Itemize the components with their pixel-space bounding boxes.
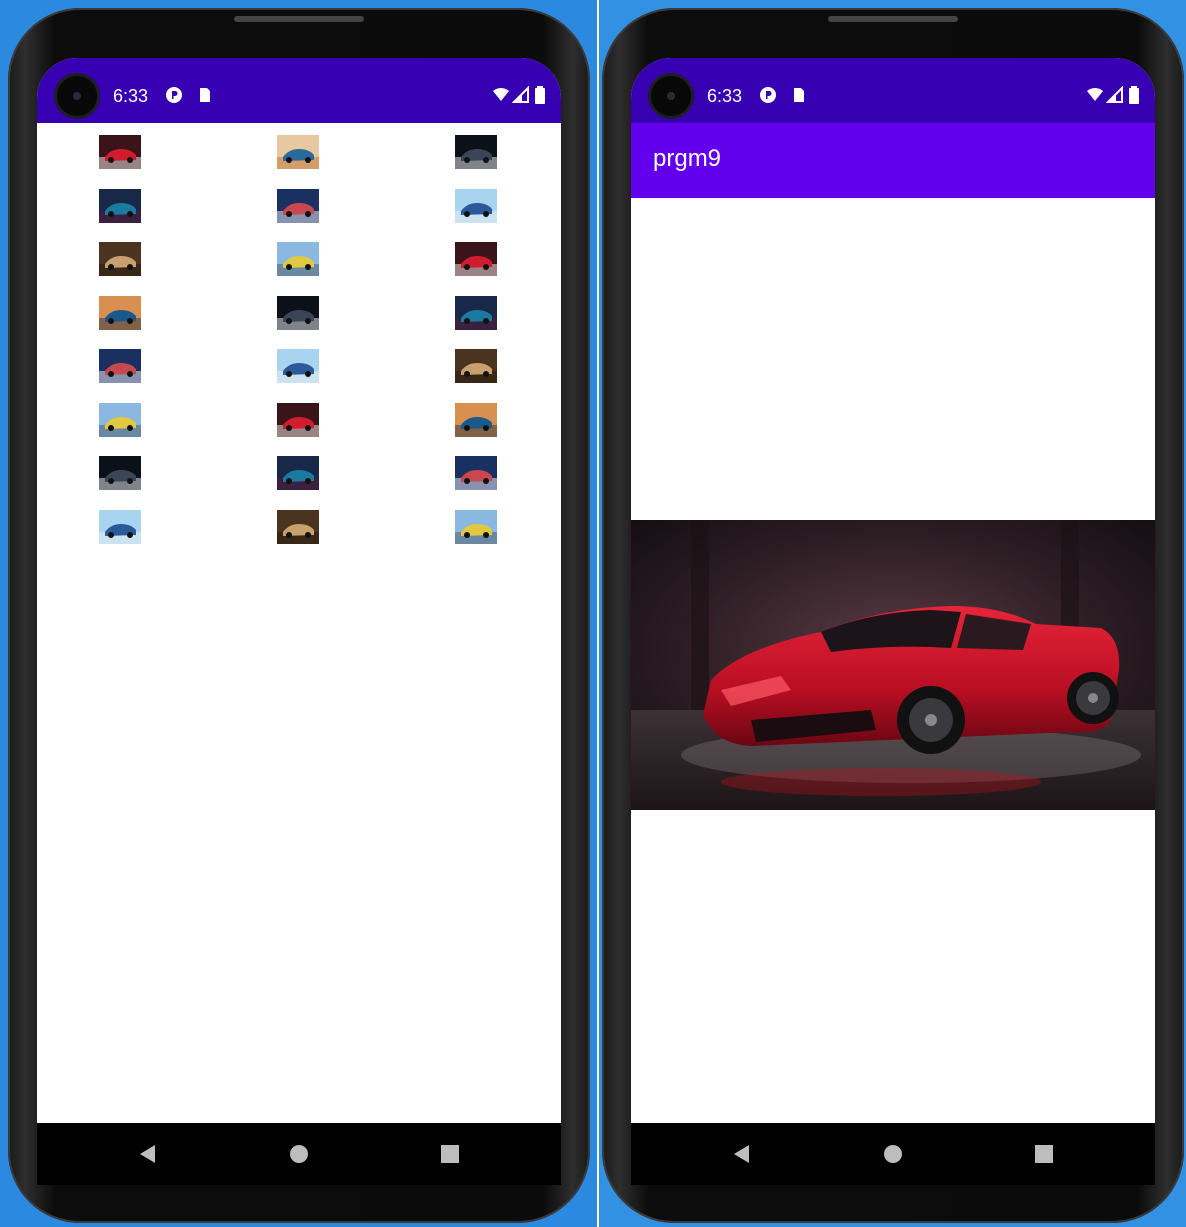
home-circle-icon[interactable] bbox=[882, 1143, 904, 1165]
signal-icon bbox=[512, 86, 529, 103]
app-bar: prgm9 bbox=[631, 123, 1155, 198]
wifi-icon bbox=[493, 87, 509, 101]
grid-thumbnail[interactable] bbox=[277, 295, 319, 330]
status-bar: 6:33 bbox=[37, 58, 561, 123]
nav-bar bbox=[631, 1123, 1155, 1185]
grid-thumbnail[interactable] bbox=[277, 188, 319, 223]
sd-card-icon bbox=[794, 88, 804, 102]
grid-thumbnail[interactable] bbox=[455, 456, 497, 490]
notification-p-icon bbox=[166, 87, 182, 103]
grid-thumbnail[interactable] bbox=[99, 135, 141, 169]
back-triangle-icon[interactable] bbox=[137, 1143, 159, 1165]
status-time: 6:33 bbox=[113, 86, 149, 106]
screen-right: 6:33 prgm9 bbox=[631, 58, 1155, 1123]
grid-thumbnail[interactable] bbox=[277, 456, 319, 490]
grid-thumbnail[interactable] bbox=[455, 188, 497, 223]
grid-thumbnail[interactable] bbox=[455, 349, 497, 383]
app-title: prgm9 bbox=[653, 145, 722, 172]
grid-thumbnail[interactable] bbox=[277, 242, 319, 276]
car-image[interactable] bbox=[631, 520, 1155, 810]
grid-thumbnail[interactable] bbox=[455, 135, 497, 169]
grid-thumbnail[interactable] bbox=[277, 509, 319, 544]
grid-thumbnail[interactable] bbox=[455, 242, 497, 276]
screen-left: 6:33 bbox=[37, 58, 561, 1123]
status-time: 6:33 bbox=[707, 86, 743, 106]
battery-icon bbox=[535, 86, 545, 104]
grid-thumbnail[interactable] bbox=[99, 188, 141, 223]
signal-icon bbox=[1106, 86, 1123, 103]
recents-square-icon[interactable] bbox=[439, 1143, 461, 1165]
home-circle-icon[interactable] bbox=[288, 1143, 310, 1165]
wifi-icon bbox=[1087, 87, 1103, 101]
camera-icon bbox=[57, 76, 97, 116]
speaker-grille bbox=[234, 16, 364, 22]
status-bar: 6:33 bbox=[631, 58, 1155, 123]
camera-icon bbox=[651, 76, 691, 116]
grid-thumbnail[interactable] bbox=[277, 402, 319, 437]
nav-bar bbox=[37, 1123, 561, 1185]
grid-thumbnail[interactable] bbox=[99, 295, 141, 330]
notification-p-icon bbox=[760, 87, 776, 103]
phone-left: 6:33 bbox=[8, 8, 590, 1223]
grid-thumbnail[interactable] bbox=[455, 402, 497, 437]
speaker-grille bbox=[828, 16, 958, 22]
grid-thumbnail[interactable] bbox=[99, 509, 141, 544]
grid-thumbnail[interactable] bbox=[277, 349, 319, 383]
back-triangle-icon[interactable] bbox=[731, 1143, 753, 1165]
grid-thumbnail[interactable] bbox=[455, 295, 497, 330]
recents-square-icon[interactable] bbox=[1033, 1143, 1055, 1165]
battery-icon bbox=[1129, 86, 1139, 104]
sd-card-icon bbox=[200, 88, 210, 102]
grid-thumbnail[interactable] bbox=[99, 402, 141, 437]
divider bbox=[597, 0, 599, 1227]
phone-right: 6:33 prgm9 bbox=[602, 8, 1184, 1223]
grid-thumbnail[interactable] bbox=[99, 456, 141, 490]
grid-thumbnail[interactable] bbox=[455, 509, 497, 544]
grid-thumbnail[interactable] bbox=[277, 135, 319, 169]
grid-thumbnail[interactable] bbox=[99, 349, 141, 383]
grid-thumbnail[interactable] bbox=[99, 242, 141, 276]
